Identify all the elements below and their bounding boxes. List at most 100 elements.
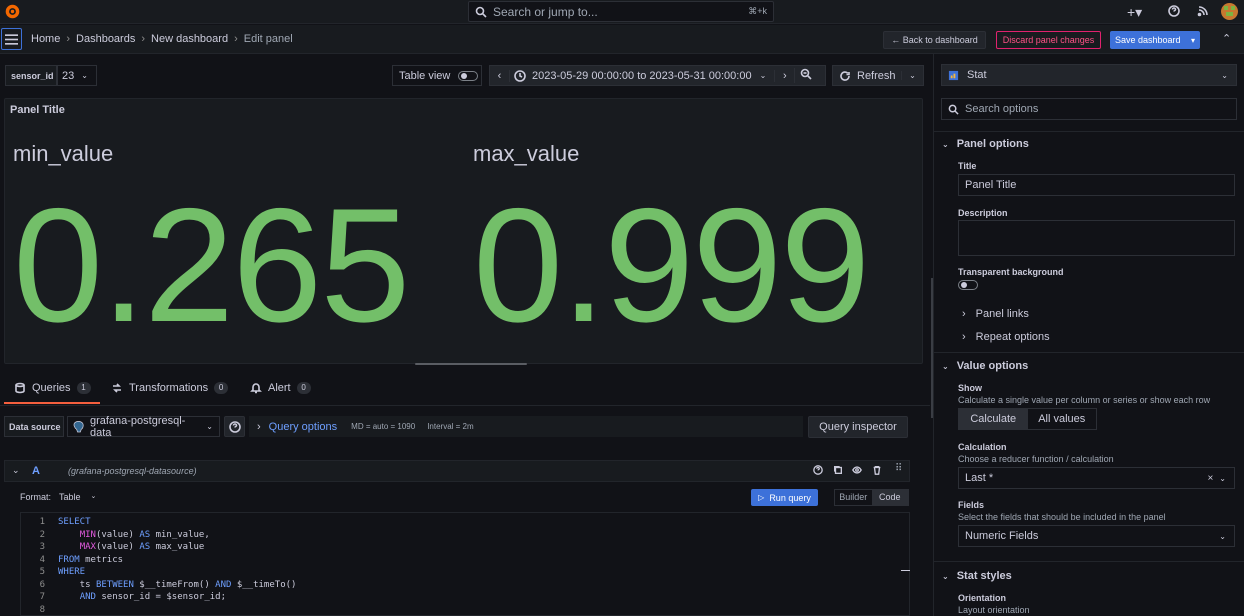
transparent-background-label: Transparent background	[958, 267, 1064, 277]
datasource-value: grafana-postgresql-data	[89, 414, 186, 439]
chevron-right-icon[interactable]: ›	[774, 69, 794, 82]
query-options-label[interactable]: Query options	[269, 421, 337, 433]
code-line[interactable]: 3 MAX(value) AS max_value	[21, 541, 909, 554]
tab-queries-label: Queries	[32, 382, 71, 394]
code-line[interactable]: 8	[21, 604, 909, 616]
duplicate-query-icon[interactable]	[833, 465, 843, 478]
collapse-chevron-icon[interactable]: ⌄	[12, 465, 20, 476]
search-placeholder: Search or jump to...	[493, 4, 598, 19]
calculate-radio-button[interactable]: Calculate	[959, 409, 1028, 429]
save-dashboard-button[interactable]: Save dashboard ▾	[1110, 31, 1200, 49]
transparent-background-switch[interactable]	[958, 280, 978, 290]
editor-minimize-dash[interactable]	[901, 570, 910, 571]
format-select[interactable]: Table ⌄	[59, 492, 96, 502]
breadcrumb-dashboards[interactable]: Dashboards	[76, 33, 135, 45]
chevron-down-icon[interactable]: ▾	[1191, 36, 1195, 45]
help-icon[interactable]	[1168, 5, 1180, 20]
code-line[interactable]: 4 FROM metrics	[21, 554, 909, 567]
code-text: AND sensor_id = $sensor_id;	[58, 592, 226, 602]
news-rss-icon[interactable]	[1197, 5, 1209, 20]
sql-code-editor[interactable]: 1 SELECT 2 MIN(value) AS min_value, 3 MAX(v…	[20, 512, 910, 616]
calculation-field-label: Calculation	[958, 442, 1007, 452]
title-input[interactable]: Panel Title	[958, 174, 1235, 196]
breadcrumb-home[interactable]: Home	[31, 33, 60, 45]
add-icon[interactable]: +▾	[1127, 4, 1142, 21]
value-options-section-header[interactable]: ⌄ Value options	[942, 360, 1028, 372]
query-inspector-button[interactable]: Query inspector	[808, 416, 908, 438]
sensor-id-value: 23	[62, 69, 75, 82]
tab-transformations[interactable]: Transformations 0	[111, 382, 229, 394]
chevron-down-icon: ⌄	[1219, 531, 1226, 541]
refresh-interval-chevron-icon[interactable]: ⌄	[901, 71, 923, 80]
drag-handle-icon[interactable]: ⠿	[895, 463, 902, 474]
splitter-handle[interactable]	[415, 363, 527, 365]
datasource-label: Data source	[4, 416, 64, 437]
options-search-placeholder: Search options	[965, 103, 1039, 115]
tab-queries[interactable]: Queries 1	[14, 382, 91, 394]
collapse-chevron-up-icon[interactable]: ⌃	[1222, 32, 1231, 45]
code-line[interactable]: 5 WHERE	[21, 566, 909, 579]
breadcrumb-separator: ›	[66, 33, 71, 45]
sql-function: MAX	[79, 542, 96, 553]
table-view-switch[interactable]	[458, 70, 479, 81]
options-search-input[interactable]: Search options	[941, 98, 1237, 120]
toggle-visibility-eye-icon[interactable]	[852, 465, 862, 478]
editor-mode-toggle[interactable]: Builder Code	[834, 489, 909, 506]
discard-panel-changes-button[interactable]: Discard panel changes	[996, 31, 1101, 49]
panel-options-section-header[interactable]: ⌄ Panel options	[942, 138, 1029, 150]
clear-icon[interactable]: ×	[1207, 473, 1213, 484]
code-line[interactable]: 2 MIN(value) AS min_value,	[21, 529, 909, 542]
time-range-picker[interactable]: ‹ 2023-05-29 00:00:00 to 2023-05-31 00:0…	[489, 65, 826, 86]
grafana-logo-icon[interactable]	[4, 3, 21, 20]
breadcrumb: Home › Dashboards › New dashboard › Edit…	[31, 33, 293, 45]
description-textarea[interactable]	[958, 220, 1235, 256]
all-values-radio-button[interactable]: All values	[1028, 409, 1097, 429]
menu-toggle-button[interactable]	[1, 28, 22, 50]
search-input[interactable]: Search or jump to... ⌘+k	[468, 1, 774, 22]
calculation-select[interactable]: Last * × ⌄	[958, 467, 1235, 489]
chevron-down-icon: ⌄	[942, 361, 949, 371]
chevron-down-icon: ⌄	[1221, 70, 1228, 80]
query-ref-id[interactable]: A	[32, 465, 40, 477]
query-datasource-name: (grafana-postgresql-datasource)	[68, 466, 197, 476]
breadcrumb-new-dashboard[interactable]: New dashboard	[151, 33, 228, 45]
stat-styles-section-header[interactable]: ⌄ Stat styles	[942, 570, 1012, 582]
sql-token: (value)	[95, 542, 140, 553]
code-line[interactable]: 6 ts BETWEEN $__timeFrom() AND $__timeTo…	[21, 579, 909, 592]
builder-mode-button[interactable]: Builder	[835, 490, 872, 505]
query-help-icon[interactable]	[813, 465, 823, 478]
panel-options-label: Panel options	[956, 138, 1029, 150]
repeat-options-section-header[interactable]: › Repeat options	[962, 331, 1050, 343]
fields-select[interactable]: Numeric Fields ⌄	[958, 525, 1235, 547]
panel-preview[interactable]: Panel Title min_value 0.265 max_value 0.…	[4, 98, 923, 364]
sql-token: (value)	[95, 529, 140, 540]
avatar[interactable]	[1221, 3, 1238, 20]
run-query-button[interactable]: ▷ Run query	[751, 489, 818, 506]
code-line[interactable]: 7 AND sensor_id = $sensor_id;	[21, 591, 909, 604]
tab-alert[interactable]: Alert 0	[250, 382, 311, 394]
sensor-id-select[interactable]: 23 ⌄	[57, 65, 97, 86]
repeat-options-label: Repeat options	[975, 331, 1050, 343]
datasource-help-button[interactable]	[224, 416, 245, 437]
refresh-button[interactable]: Refresh ⌄	[832, 65, 924, 86]
delete-query-trash-icon[interactable]	[872, 465, 882, 478]
datasource-select[interactable]: grafana-postgresql-data ⌄	[67, 414, 220, 439]
stat-visualization-icon	[948, 70, 959, 81]
zoom-out-icon[interactable]	[794, 68, 816, 83]
code-mode-button[interactable]: Code	[871, 490, 908, 505]
visualization-picker[interactable]: Stat ⌄	[941, 64, 1237, 86]
code-text: ts BETWEEN $__timeFrom() AND $__timeTo()	[58, 580, 297, 590]
code-line[interactable]: 1 SELECT	[21, 516, 909, 529]
back-to-dashboard-button[interactable]: ← Back to dashboard	[883, 31, 986, 49]
run-query-label: Run query	[769, 492, 811, 503]
database-icon	[15, 382, 25, 394]
panel-links-section-header[interactable]: › Panel links	[962, 308, 1029, 320]
interval-value: Interval = 2m	[427, 422, 474, 431]
query-row-header[interactable]: ⌄ A (grafana-postgresql-datasource) ⠿	[4, 460, 910, 482]
chevron-left-icon[interactable]: ‹	[490, 69, 510, 82]
clock-icon	[514, 69, 526, 82]
table-view-toggle[interactable]: Table view	[392, 65, 482, 86]
query-options-row[interactable]: › Query options MD = auto = 1090 Interva…	[249, 416, 803, 437]
